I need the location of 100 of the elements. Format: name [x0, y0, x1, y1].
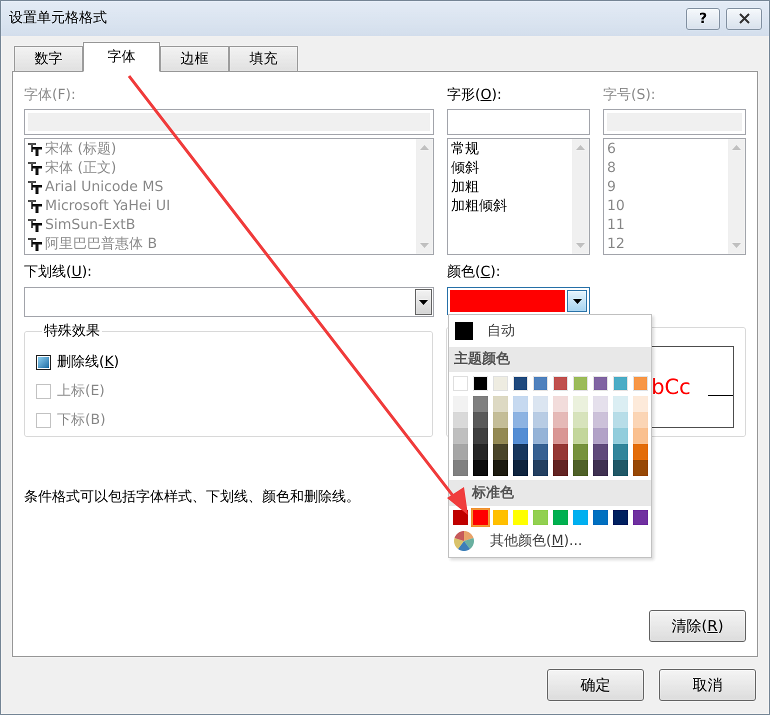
color-swatch[interactable]: [493, 428, 508, 444]
color-swatch[interactable]: [633, 376, 648, 391]
color-swatch[interactable]: [513, 412, 528, 428]
color-swatch[interactable]: [533, 460, 548, 476]
dropdown-arrow-icon: [572, 298, 582, 304]
color-swatch[interactable]: [553, 510, 568, 525]
color-swatch[interactable]: [513, 428, 528, 444]
color-swatch[interactable]: [453, 510, 468, 525]
color-swatch[interactable]: [613, 396, 628, 412]
list-item[interactable]: 倾斜: [451, 159, 479, 178]
tab[interactable]: 边框: [160, 46, 229, 72]
color-swatch[interactable]: [593, 460, 608, 476]
scroll-down-icon[interactable]: [420, 243, 429, 248]
color-swatch[interactable]: [513, 376, 528, 391]
tab[interactable]: 数字: [14, 46, 83, 72]
color-swatch[interactable]: [593, 412, 608, 428]
color-swatch[interactable]: [473, 428, 488, 444]
color-swatch[interactable]: [633, 428, 648, 444]
color-swatch[interactable]: [593, 444, 608, 460]
color-swatch[interactable]: [493, 376, 508, 391]
tab[interactable]: 字体: [83, 42, 160, 72]
color-swatch[interactable]: [473, 396, 488, 412]
color-swatch[interactable]: [613, 428, 628, 444]
color-swatch[interactable]: [493, 460, 508, 476]
color-swatch[interactable]: [613, 376, 628, 391]
checkbox[interactable]: [36, 355, 51, 370]
color-swatch[interactable]: [633, 444, 648, 460]
color-swatch[interactable]: [573, 376, 588, 391]
color-swatch[interactable]: [533, 428, 548, 444]
color-swatch[interactable]: [573, 460, 588, 476]
color-swatch[interactable]: [593, 510, 608, 525]
color-swatch[interactable]: [473, 376, 488, 391]
color-swatch[interactable]: [453, 376, 468, 391]
color-swatch[interactable]: [533, 510, 548, 525]
scroll-up-icon[interactable]: [420, 145, 429, 150]
color-swatch[interactable]: [553, 460, 568, 476]
color-swatch[interactable]: [553, 444, 568, 460]
scroll-up-icon[interactable]: [732, 145, 741, 150]
more-colors-option[interactable]: 其他颜色(M)...: [449, 527, 651, 555]
color-swatch[interactable]: [533, 376, 548, 391]
list-item[interactable]: 常规: [451, 140, 479, 159]
color-swatch[interactable]: [633, 396, 648, 412]
color-swatch[interactable]: [513, 444, 528, 460]
color-swatch[interactable]: [513, 396, 528, 412]
scrollbar[interactable]: [416, 139, 433, 254]
color-swatch[interactable]: [533, 396, 548, 412]
close-button[interactable]: [726, 8, 762, 30]
tab[interactable]: 填充: [229, 46, 298, 72]
color-dropdown[interactable]: [447, 287, 590, 315]
color-swatch[interactable]: [633, 460, 648, 476]
color-swatch[interactable]: [573, 412, 588, 428]
list-item[interactable]: 加粗倾斜: [451, 197, 507, 216]
color-swatch[interactable]: [573, 510, 588, 525]
color-swatch[interactable]: [493, 396, 508, 412]
scroll-down-icon[interactable]: [576, 243, 585, 248]
scroll-up-icon[interactable]: [576, 145, 585, 150]
color-swatch[interactable]: [613, 444, 628, 460]
automatic-color-option[interactable]: 自动: [449, 315, 651, 347]
color-swatch[interactable]: [553, 396, 568, 412]
color-swatch[interactable]: [453, 460, 468, 476]
color-swatch[interactable]: [473, 444, 488, 460]
color-swatch[interactable]: [453, 412, 468, 428]
color-swatch[interactable]: [573, 428, 588, 444]
color-swatch[interactable]: [593, 428, 608, 444]
color-swatch[interactable]: [513, 460, 528, 476]
color-swatch[interactable]: [453, 396, 468, 412]
scrollbar[interactable]: [728, 139, 745, 254]
color-swatch[interactable]: [613, 460, 628, 476]
color-swatch[interactable]: [593, 396, 608, 412]
color-swatch[interactable]: [473, 412, 488, 428]
scroll-down-icon[interactable]: [732, 243, 741, 248]
color-swatch[interactable]: [493, 412, 508, 428]
scrollbar[interactable]: [572, 139, 589, 254]
list-item[interactable]: 加粗: [451, 178, 479, 197]
help-button[interactable]: ?: [686, 8, 720, 30]
color-swatch[interactable]: [593, 376, 608, 391]
color-swatch[interactable]: [573, 444, 588, 460]
underline-dropdown[interactable]: [24, 287, 434, 317]
color-swatch[interactable]: [453, 444, 468, 460]
color-swatch[interactable]: [613, 412, 628, 428]
color-swatch[interactable]: [493, 444, 508, 460]
color-swatch[interactable]: [553, 428, 568, 444]
ok-button[interactable]: 确定: [547, 669, 644, 701]
color-swatch[interactable]: [553, 376, 568, 391]
input-field[interactable]: [447, 109, 590, 135]
color-swatch[interactable]: [633, 412, 648, 428]
color-swatch[interactable]: [473, 510, 488, 525]
color-swatch[interactable]: [633, 510, 648, 525]
color-swatch[interactable]: [573, 396, 588, 412]
color-swatch[interactable]: [533, 444, 548, 460]
color-swatch[interactable]: [473, 460, 488, 476]
cancel-button[interactable]: 取消: [659, 669, 756, 701]
color-swatch[interactable]: [513, 510, 528, 525]
clear-button[interactable]: 清除(R): [649, 610, 746, 642]
color-swatch[interactable]: [613, 510, 628, 525]
color-swatch[interactable]: [453, 428, 468, 444]
color-swatch[interactable]: [533, 412, 548, 428]
color-swatch[interactable]: [553, 412, 568, 428]
color-swatch[interactable]: [493, 510, 508, 525]
font-type-icon: [28, 162, 42, 175]
